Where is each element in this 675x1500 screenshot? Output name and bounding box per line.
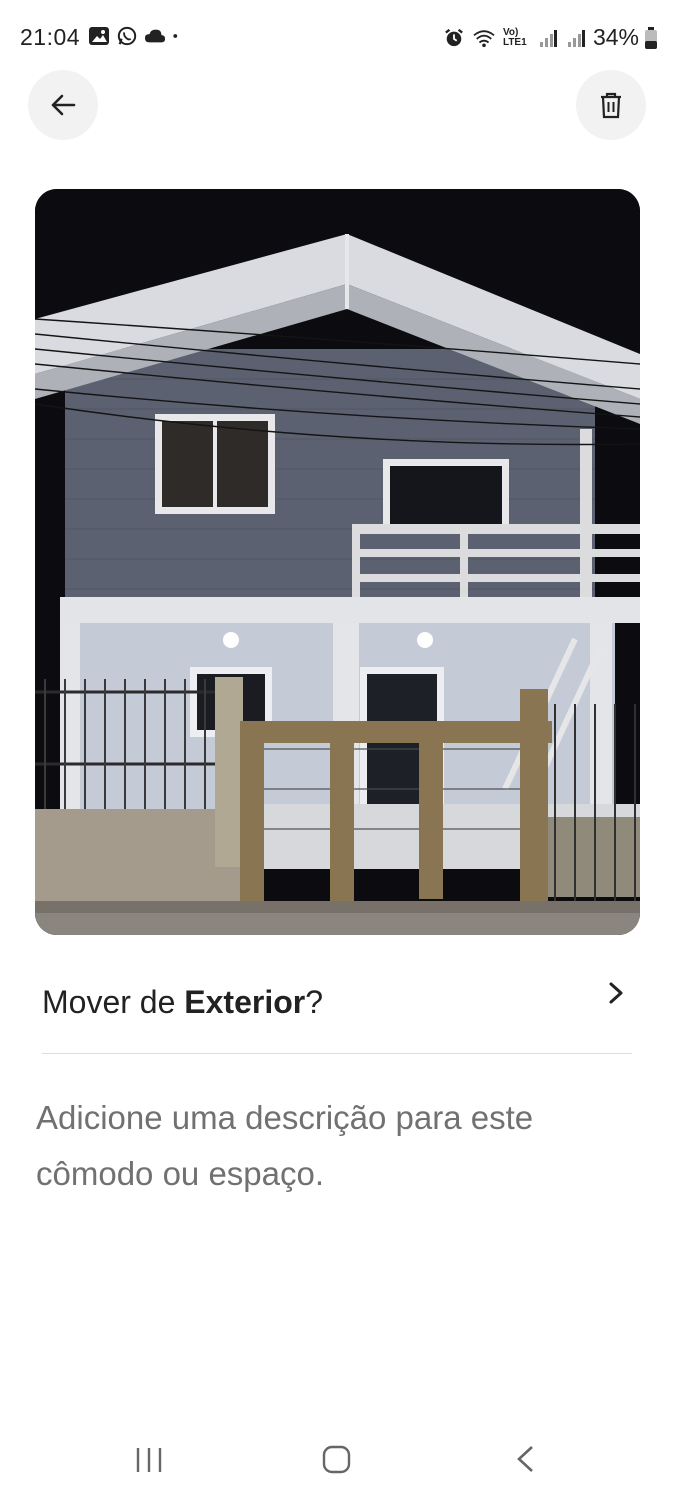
house-illustration — [35, 189, 640, 935]
signal-icon — [539, 29, 557, 47]
volte-label: Vo) LTE1 — [502, 26, 527, 48]
divider — [42, 1053, 632, 1054]
delete-photo-button[interactable] — [576, 70, 646, 140]
arrow-left-icon — [51, 94, 76, 116]
system-nav-bar — [0, 1420, 675, 1500]
status-bar: 21:04 Vo) LTE1 34% — [0, 0, 675, 76]
move-suffix: ? — [305, 984, 324, 1020]
move-room-name: Exterior — [184, 984, 306, 1020]
back-icon[interactable] — [514, 1444, 538, 1474]
dot-icon — [173, 34, 178, 38]
cloud-icon — [144, 29, 166, 43]
battery-percent: 34% — [592, 24, 639, 50]
back-button[interactable] — [28, 70, 98, 140]
battery-icon — [645, 26, 657, 49]
status-time: 21:04 — [20, 24, 81, 50]
move-room-label: Mover de Exterior? — [42, 984, 323, 1021]
wifi-icon — [473, 29, 495, 47]
description-field[interactable]: Adicione uma descrição para este cômodo … — [36, 1090, 636, 1202]
trash-icon — [601, 92, 621, 119]
alarm-icon — [445, 28, 463, 46]
whatsapp-icon — [117, 26, 137, 46]
move-room-row[interactable]: Mover de Exterior? — [42, 960, 632, 1050]
recents-icon[interactable] — [134, 1444, 164, 1474]
house-exterior-photo[interactable] — [35, 189, 640, 935]
home-icon[interactable] — [321, 1444, 351, 1474]
chevron-right-icon — [609, 982, 623, 1004]
gallery-icon — [89, 27, 109, 45]
move-prefix: Mover de — [42, 984, 185, 1020]
signal-icon — [567, 29, 585, 47]
